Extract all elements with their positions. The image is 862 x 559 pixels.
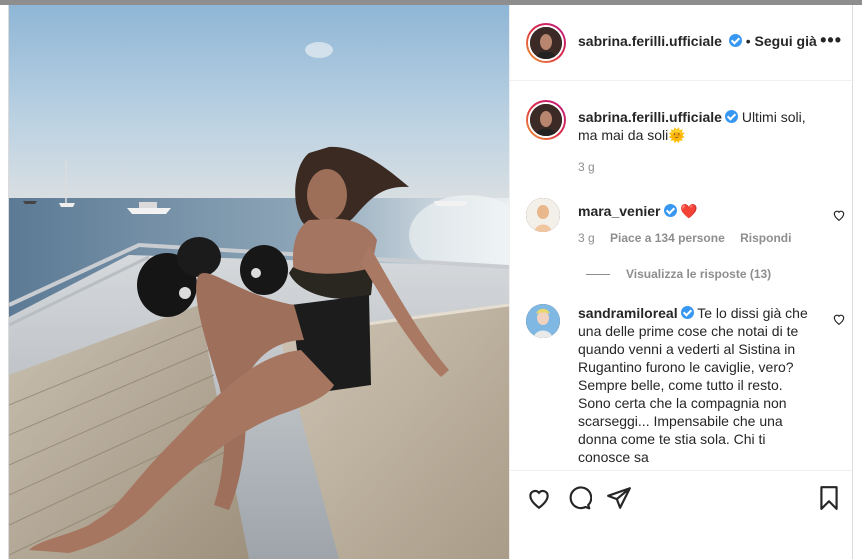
comment-likes[interactable]: Piace a 134 persone bbox=[610, 231, 725, 245]
comment-avatar[interactable] bbox=[526, 304, 560, 338]
action-bar bbox=[510, 470, 854, 559]
comment-item: mara_venier ❤️ 3 g Piace a 134 persone R… bbox=[526, 198, 845, 278]
caption-text-block: sabrina.ferilli.ufficiale Ultimi soli, m… bbox=[578, 108, 823, 144]
follow-separator: • bbox=[745, 33, 751, 49]
caption: sabrina.ferilli.ufficiale Ultimi soli, m… bbox=[526, 100, 826, 180]
verified-icon bbox=[728, 34, 742, 47]
like-comment-icon[interactable] bbox=[832, 208, 846, 222]
comment-avatar[interactable] bbox=[526, 198, 560, 232]
header-username[interactable]: sabrina.ferilli.ufficiale bbox=[578, 33, 722, 49]
comment-meta: 3 g Piace a 134 persone Rispondi bbox=[578, 231, 803, 245]
post-photo[interactable] bbox=[9, 5, 509, 559]
caption-avatar[interactable] bbox=[526, 100, 566, 140]
avatar-image bbox=[530, 27, 562, 59]
avatar-image bbox=[530, 104, 562, 136]
more-options-icon[interactable]: ••• bbox=[820, 31, 842, 49]
post-header: sabrina.ferilli.ufficiale • Segui già ••… bbox=[510, 5, 854, 81]
share-icon[interactable] bbox=[606, 485, 632, 511]
avatar-image bbox=[526, 198, 560, 232]
comment-icon[interactable] bbox=[566, 485, 592, 511]
caption-time[interactable]: 3 g bbox=[578, 160, 595, 174]
heart-icon[interactable] bbox=[526, 485, 552, 511]
post-container: sabrina.ferilli.ufficiale • Segui già ••… bbox=[8, 5, 854, 559]
verified-icon bbox=[680, 306, 694, 319]
caption-meta: 3 g bbox=[578, 160, 607, 174]
author-avatar[interactable] bbox=[526, 23, 566, 63]
caption-username[interactable]: sabrina.ferilli.ufficiale bbox=[578, 109, 722, 125]
photo-illustration bbox=[9, 5, 509, 559]
comment-text-block: sandramiloreal Te lo dissi già che una d… bbox=[578, 304, 808, 466]
follow-button[interactable]: Segui già bbox=[755, 33, 817, 49]
verified-icon bbox=[663, 204, 677, 217]
post-sidebar: sabrina.ferilli.ufficiale • Segui già ••… bbox=[509, 5, 854, 559]
comment-username[interactable]: mara_venier bbox=[578, 203, 661, 219]
comment-text-block: mara_venier ❤️ bbox=[578, 202, 698, 220]
bookmark-icon[interactable] bbox=[816, 485, 842, 511]
reply-button[interactable]: Rispondi bbox=[740, 231, 791, 245]
like-comment-icon[interactable] bbox=[832, 312, 846, 326]
comment-text: ❤️ bbox=[680, 203, 698, 219]
comments-list: sabrina.ferilli.ufficiale Ultimi soli, m… bbox=[510, 82, 854, 470]
avatar-image bbox=[526, 304, 560, 338]
view-replies-button[interactable]: Visualizza le risposte (13) bbox=[586, 267, 771, 281]
verified-icon bbox=[724, 110, 738, 123]
comment-username[interactable]: sandramiloreal bbox=[578, 305, 678, 321]
comment-time[interactable]: 3 g bbox=[578, 231, 595, 245]
comment-text: Te lo dissi già che una delle prime cose… bbox=[578, 305, 808, 465]
comment-item: sandramiloreal Te lo dissi già che una d… bbox=[526, 304, 845, 470]
header-username-line: sabrina.ferilli.ufficiale • Segui già bbox=[578, 33, 817, 49]
